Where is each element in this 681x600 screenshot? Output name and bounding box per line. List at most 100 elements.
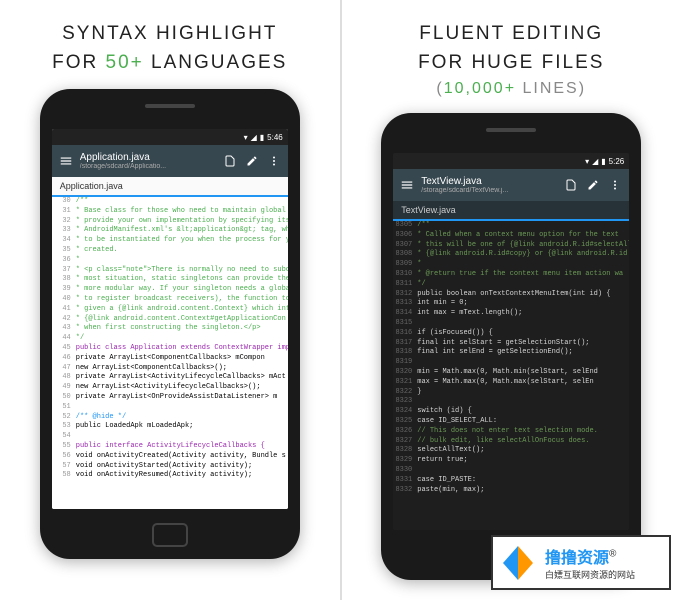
menu-icon[interactable]: [58, 153, 74, 169]
line-code: if (isFocused()) {: [415, 329, 493, 339]
line-code: [415, 319, 417, 329]
line-code: new ArrayList<ActivityLifecycleCallbacks…: [74, 383, 261, 393]
line-code: * more modular way. If your singleton ne…: [74, 285, 288, 295]
tab-application[interactable]: Application.java: [52, 177, 288, 197]
line-code: }: [415, 388, 421, 398]
code-line: 8327 // bulk edit, like selectAllOnFocus…: [393, 437, 629, 447]
line-code: public interface ActivityLifecycleCallba…: [74, 442, 265, 452]
line-code: [415, 466, 417, 476]
line-number: 8324: [393, 407, 415, 417]
line-code: public LoadedApk mLoadedApk;: [74, 422, 194, 432]
code-line: 8317 final int selStart = getSelectionSt…: [393, 339, 629, 349]
line-number: 8327: [393, 437, 415, 447]
line-code: * this will be one of {@link android.R.i…: [415, 241, 629, 251]
line-number: 8332: [393, 486, 415, 496]
filename: Application.java: [80, 152, 216, 163]
line-number: 45: [52, 344, 74, 354]
file-icon[interactable]: [563, 177, 579, 193]
code-line: 8324 switch (id) {: [393, 407, 629, 417]
filename: TextView.java: [421, 176, 557, 187]
line-code: * <p class="note">There is normally no n…: [74, 266, 288, 276]
filepath: /storage/sdcard/TextView.j...: [421, 187, 557, 195]
line-number: 8317: [393, 339, 415, 349]
code-line: 8330: [393, 466, 629, 476]
line-code: return true;: [415, 456, 467, 466]
code-line: 54: [52, 432, 288, 442]
file-icon[interactable]: [222, 153, 238, 169]
line-number: 38: [52, 275, 74, 285]
line-code: *: [415, 260, 421, 270]
line-number: 47: [52, 364, 74, 374]
battery-icon: ▮: [601, 157, 605, 166]
line-number: 8331: [393, 476, 415, 486]
file-title: Application.java /storage/sdcard/Applica…: [80, 152, 216, 171]
line-code: public boolean onTextContextMenuItem(int…: [415, 290, 610, 300]
battery-icon: ▮: [260, 133, 264, 142]
watermark-title: 撸撸资源®: [545, 544, 635, 568]
code-line: 38 * most situation, static singletons c…: [52, 275, 288, 285]
edit-icon[interactable]: [244, 153, 260, 169]
code-editor-light[interactable]: 30/**31 * Base class for those who need …: [52, 197, 288, 509]
watermark-logo-icon: [497, 542, 539, 584]
signal-icon: ◢: [592, 157, 598, 166]
line-number: 44: [52, 334, 74, 344]
watermark-text: 撸撸资源® 白嫖互联网资源的网站: [545, 544, 635, 581]
line-code: [74, 403, 76, 413]
line-number: 8316: [393, 329, 415, 339]
line-code: int min = 0;: [415, 299, 467, 309]
code-line: 39 * more modular way. If your singleton…: [52, 285, 288, 295]
code-line: 57 void onActivityStarted(Activity activ…: [52, 462, 288, 472]
code-line: 8309 *: [393, 260, 629, 270]
line-code: /** @hide */: [74, 413, 126, 423]
code-line: 30/**: [52, 197, 288, 207]
code-line: 40 * to register broadcast receivers), t…: [52, 295, 288, 305]
tab-textview[interactable]: TextView.java: [393, 201, 629, 221]
line-number: 8306: [393, 231, 415, 241]
code-line: 53 public LoadedApk mLoadedApk;: [52, 422, 288, 432]
line-number: 8322: [393, 388, 415, 398]
line-number: 39: [52, 285, 74, 295]
code-line: 51: [52, 403, 288, 413]
line-code: * to be instantiated for you when the pr…: [74, 236, 288, 246]
overflow-icon[interactable]: [266, 153, 282, 169]
line-code: private ArrayList<ActivityLifecycleCallb…: [74, 373, 286, 383]
code-line: 41 * given a {@link android.content.Cont…: [52, 305, 288, 315]
code-line: 31 * Base class for those who need to ma…: [52, 207, 288, 217]
code-line: 50 private ArrayList<OnProvideAssistData…: [52, 393, 288, 403]
line-code: private ArrayList<ComponentCallbacks> mC…: [74, 354, 265, 364]
menu-icon[interactable]: [399, 177, 415, 193]
code-editor-dark[interactable]: 8305 /**8306 * Called when a context men…: [393, 221, 629, 530]
wifi-icon: ▾: [585, 157, 589, 166]
line-code: selectAllText();: [415, 446, 484, 456]
code-line: 36 *: [52, 256, 288, 266]
line-number: 8314: [393, 309, 415, 319]
line-number: 30: [52, 197, 74, 207]
line-code: // This does not enter text selection mo…: [415, 427, 598, 437]
line-number: 8329: [393, 456, 415, 466]
code-line: 8329 return true;: [393, 456, 629, 466]
line-code: * given a {@link android.content.Context…: [74, 305, 288, 315]
line-number: 43: [52, 324, 74, 334]
code-line: 8321 max = Math.max(0, Math.max(selStart…: [393, 378, 629, 388]
edit-icon[interactable]: [585, 177, 601, 193]
phone-mockup-left: ▾ ◢ ▮ 5:46 Application.java /storage/sdc…: [40, 89, 300, 559]
code-line: 44 */: [52, 334, 288, 344]
line-code: [74, 432, 76, 442]
code-line: 8307 * this will be one of {@link androi…: [393, 241, 629, 251]
code-line: 8315: [393, 319, 629, 329]
code-line: 8319: [393, 358, 629, 368]
line-code: * when first constructing the singleton.…: [74, 324, 261, 334]
code-line: 8323: [393, 397, 629, 407]
line-number: 54: [52, 432, 74, 442]
overflow-icon[interactable]: [607, 177, 623, 193]
line-number: 8307: [393, 241, 415, 251]
line-code: * to register broadcast receivers), the …: [74, 295, 288, 305]
phone-screen: ▾ ◢ ▮ 5:46 Application.java /storage/sdc…: [52, 129, 288, 509]
line-number: 8310: [393, 270, 415, 280]
code-line: 46 private ArrayList<ComponentCallbacks>…: [52, 354, 288, 364]
app-toolbar: TextView.java /storage/sdcard/TextView.j…: [393, 169, 629, 201]
code-line: 8322 }: [393, 388, 629, 398]
code-line: 8318 final int selEnd = getSelectionEnd(…: [393, 348, 629, 358]
line-code: * created.: [74, 246, 118, 256]
line-code: [415, 358, 417, 368]
